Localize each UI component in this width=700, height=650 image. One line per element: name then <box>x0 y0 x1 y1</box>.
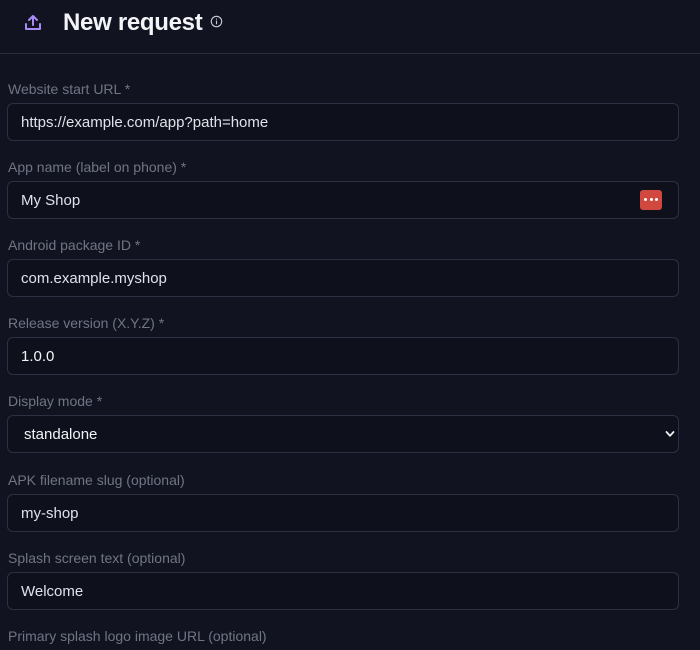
app-name-value: My Shop <box>21 192 81 209</box>
upload-icon <box>25 15 41 30</box>
info-icon[interactable] <box>210 15 223 28</box>
website-url-label: Website start URL * <box>8 81 131 97</box>
splash-logo-url-label: Primary splash logo image URL (optional) <box>8 628 267 644</box>
splash-text-value: Welcome <box>21 583 84 600</box>
release-version-label: Release version (X.Y.Z) * <box>8 315 165 331</box>
display-mode-select[interactable]: standalone <box>7 415 679 453</box>
website-url-value: https://example.com/app?path=home <box>21 114 269 131</box>
release-version-value: 1.0.0 <box>21 348 55 365</box>
package-id-value: com.example.myshop <box>21 270 167 287</box>
package-id-label: Android package ID * <box>8 237 141 253</box>
website-url-input[interactable]: https://example.com/app?path=home <box>7 103 679 141</box>
app-name-label: App name (label on phone) * <box>8 159 187 175</box>
apk-slug-label: APK filename slug (optional) <box>8 472 185 488</box>
page-title: New request <box>63 9 203 36</box>
more-dots-icon[interactable] <box>640 190 662 210</box>
splash-text-label: Splash screen text (optional) <box>8 550 186 566</box>
apk-slug-value: my-shop <box>21 505 79 522</box>
page-header: New request <box>0 0 700 54</box>
apk-slug-input[interactable]: my-shop <box>7 494 679 532</box>
release-version-input[interactable]: 1.0.0 <box>7 337 679 375</box>
display-mode-label: Display mode * <box>8 393 103 409</box>
package-id-input[interactable]: com.example.myshop <box>7 259 679 297</box>
splash-text-input[interactable]: Welcome <box>7 572 679 610</box>
chevron-down-icon <box>665 431 675 437</box>
app-name-input[interactable]: My Shop <box>7 181 679 219</box>
display-mode-value: standalone <box>24 426 98 443</box>
